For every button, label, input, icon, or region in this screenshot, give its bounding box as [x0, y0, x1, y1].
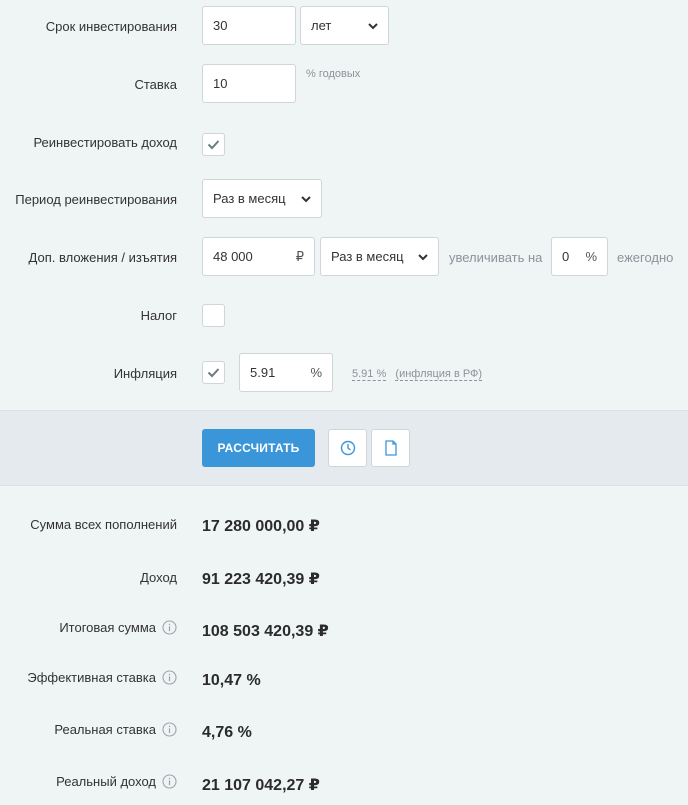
rate-label: Ставка — [134, 77, 177, 92]
reinvest-period-value: Раз в месяц — [213, 191, 286, 206]
info-icon[interactable] — [162, 670, 177, 685]
result-label-text: Эффективная ставка — [27, 670, 156, 685]
reinvest-label: Реинвестировать доход — [33, 135, 177, 150]
result-value-effective-rate: 10,47 % — [202, 672, 261, 689]
term-unit-select[interactable]: лет — [300, 6, 389, 45]
result-value-real-income: 21 107 042,27 ₽ — [202, 777, 320, 794]
result-value-contributions: 17 280 000,00 ₽ — [202, 518, 320, 535]
inflation-unit: % — [310, 365, 322, 380]
rate-input[interactable]: 10 — [202, 64, 296, 103]
inflation-label: Инфляция — [113, 366, 177, 381]
calculate-button[interactable]: РАССЧИТАТЬ — [202, 429, 315, 467]
additions-amount-input[interactable]: 48 000 ₽ — [202, 237, 315, 276]
clock-icon — [340, 440, 355, 456]
info-icon[interactable] — [162, 774, 177, 789]
result-label-income: Доход — [140, 570, 177, 585]
inflation-hint-link[interactable]: 5.91 % — [352, 368, 387, 381]
result-value-income: 91 223 420,39 ₽ — [202, 571, 320, 588]
inflation-input[interactable]: 5.91 % — [239, 353, 333, 392]
additions-amount-value: 48 000 — [213, 249, 253, 264]
reinvest-period-select[interactable]: Раз в месяц — [202, 179, 322, 218]
chevron-down-icon — [301, 195, 311, 202]
result-value-total: 108 503 420,39 ₽ — [202, 623, 329, 640]
result-label-text: Реальная ставка — [54, 722, 156, 737]
checkmark-icon — [207, 140, 220, 150]
term-unit-value: лет — [311, 18, 332, 33]
additions-label: Доп. вложения / изъятия — [28, 250, 177, 265]
rate-unit: % годовых — [306, 68, 361, 80]
reinvest-checkbox[interactable] — [202, 133, 225, 156]
tax-label: Налог — [140, 308, 177, 323]
document-icon — [384, 440, 397, 456]
result-label-real-income: Реальный доход — [56, 774, 177, 789]
currency-sign: ₽ — [295, 248, 304, 264]
result-label-text: Сумма всех пополнений — [30, 517, 177, 532]
term-value: 30 — [213, 18, 228, 33]
info-icon[interactable] — [162, 722, 177, 737]
chevron-down-icon — [418, 253, 428, 260]
history-button[interactable] — [328, 429, 367, 467]
term-label: Срок инвестирования — [45, 19, 177, 34]
checkmark-icon — [207, 368, 220, 378]
result-label-real-rate: Реальная ставка — [54, 722, 177, 737]
rate-value: 10 — [213, 76, 228, 91]
info-icon[interactable] — [162, 620, 177, 635]
additions-period-select[interactable]: Раз в месяц — [320, 237, 439, 276]
inflation-hint: 5.91 % (инфляция в РФ) — [352, 368, 483, 381]
increase-value: 0 — [562, 249, 570, 264]
result-label-text: Итоговая сумма — [59, 620, 156, 635]
inflation-checkbox[interactable] — [202, 361, 225, 384]
inflation-value: 5.91 — [250, 365, 276, 380]
result-label-text: Реальный доход — [56, 774, 156, 789]
term-input[interactable]: 30 — [202, 6, 296, 45]
chevron-down-icon — [368, 22, 378, 29]
result-label-total: Итоговая сумма — [59, 620, 177, 635]
increase-input[interactable]: 0 % — [551, 237, 608, 276]
increase-label: увеличивать на — [449, 250, 543, 265]
result-label-effective-rate: Эффективная ставка — [27, 670, 177, 685]
export-button[interactable] — [371, 429, 410, 467]
tax-checkbox[interactable] — [202, 304, 225, 327]
result-label-contributions: Сумма всех пополнений — [30, 517, 177, 532]
increase-unit: % — [585, 249, 597, 264]
result-value-real-rate: 4,76 % — [202, 724, 252, 741]
result-label-text: Доход — [140, 570, 177, 585]
inflation-hint-text: (инфляция в РФ) — [395, 368, 483, 381]
increase-suffix: ежегодно — [617, 250, 674, 265]
additions-period-value: Раз в месяц — [331, 249, 404, 264]
reinvest-period-label: Период реинвестирования — [15, 192, 177, 207]
